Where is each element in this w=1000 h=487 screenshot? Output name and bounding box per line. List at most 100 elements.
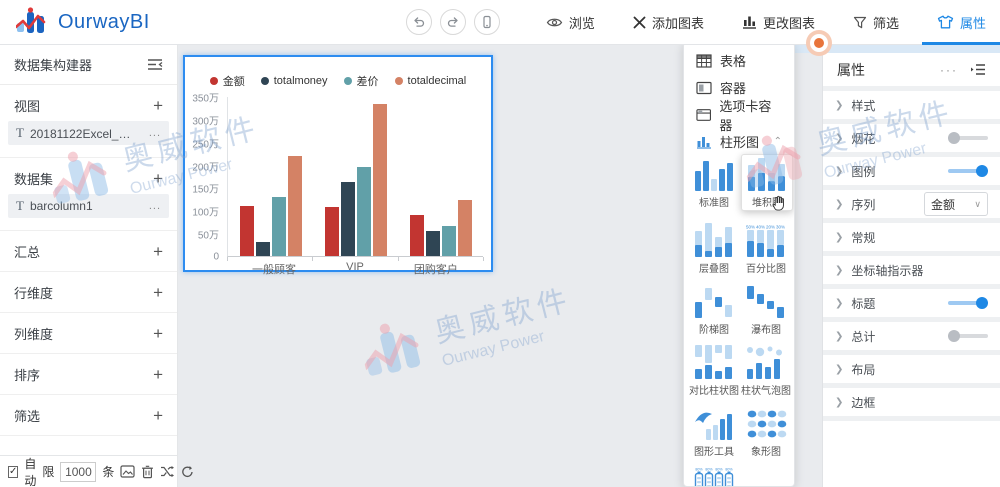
add-icon[interactable]: + bbox=[153, 170, 163, 187]
chevron-down-icon: ∨ bbox=[974, 198, 981, 209]
x-axis-tick bbox=[227, 257, 228, 261]
browse-button[interactable]: 浏览 bbox=[546, 13, 595, 32]
bar-totaldecimal[interactable] bbox=[372, 103, 387, 256]
chart-type-standard[interactable]: 标准图 bbox=[688, 157, 740, 214]
add-icon[interactable]: + bbox=[153, 97, 163, 114]
chart-plot bbox=[227, 97, 483, 257]
stacked-thumb-icon bbox=[748, 158, 785, 191]
menu-item-table[interactable]: 表格 bbox=[684, 47, 794, 74]
collapse-panel-icon[interactable] bbox=[970, 63, 986, 76]
dataset-builder-title: 数据集构建器 bbox=[14, 58, 93, 73]
guide-pulse-dot[interactable] bbox=[806, 30, 832, 56]
chevron-right-icon: ❯ bbox=[835, 363, 844, 375]
toggle-off[interactable] bbox=[948, 330, 988, 342]
undo-button[interactable] bbox=[405, 9, 432, 35]
add-icon[interactable]: + bbox=[153, 407, 163, 424]
chart-type-percent[interactable]: 50% 40% 20% 30% 百分比图 bbox=[740, 223, 792, 276]
chart-type-label: 层叠图 bbox=[699, 264, 729, 275]
legend-label: totalmoney bbox=[273, 75, 328, 87]
panel-filler bbox=[823, 416, 1000, 487]
sidebar-dataset-item[interactable]: T 20181122Excel_悬浮...... bbox=[8, 121, 169, 145]
add-icon[interactable]: + bbox=[153, 325, 163, 342]
svg-text:80%: 80% bbox=[715, 468, 723, 472]
property-row-布局[interactable]: ❯ 布局 bbox=[823, 355, 1000, 383]
property-row-序列[interactable]: ❯ 序列 金额 ∨ bbox=[823, 190, 1000, 218]
sidebar-dataset-item[interactable]: Tbarcolumn1... bbox=[8, 194, 169, 218]
chart-type-graphic-tool[interactable]: 图形工具 bbox=[688, 406, 740, 458]
add-icon[interactable]: + bbox=[153, 243, 163, 260]
change-chart-button[interactable]: 更改图表 bbox=[742, 13, 815, 32]
chart-type-compare[interactable]: 对比柱状图 bbox=[688, 345, 740, 397]
toggle-on[interactable] bbox=[948, 165, 988, 177]
bar-金额[interactable] bbox=[239, 206, 254, 256]
bar-totalmoney[interactable] bbox=[425, 231, 440, 256]
bar-totalmoney[interactable] bbox=[340, 181, 355, 256]
legend-item[interactable]: 差价 bbox=[343, 73, 379, 89]
property-row-图例[interactable]: ❯ 图例 bbox=[823, 157, 1000, 185]
redo-button[interactable] bbox=[439, 9, 466, 35]
item-more-button[interactable]: ... bbox=[149, 127, 161, 139]
y-tick-label: 300万 bbox=[192, 116, 219, 128]
chart-type-label: 瀑布图 bbox=[751, 325, 781, 336]
chart-type-step[interactable]: 阶梯图 bbox=[688, 284, 740, 336]
property-row-总计[interactable]: ❯ 总计 bbox=[823, 322, 1000, 350]
chart-type-layered[interactable]: 层叠图 bbox=[688, 223, 740, 275]
chart-type-battery[interactable]: 80%80%80%80%电量百分比图 bbox=[688, 467, 740, 486]
toggle-off[interactable] bbox=[948, 132, 988, 144]
menu-item-label: 柱形图 bbox=[720, 135, 760, 150]
chart-type-stacked[interactable]: 堆积图 bbox=[741, 154, 793, 211]
export-image-icon[interactable] bbox=[120, 465, 136, 478]
bar-chart-widget[interactable]: 金额 totalmoney 差价 totaldecimal 350万 300万 250万 2… bbox=[183, 55, 493, 276]
chevron-up-icon[interactable]: ⌃ bbox=[774, 136, 782, 147]
chart-type-pictogram[interactable]: 象形图 bbox=[740, 406, 792, 458]
bar-差价[interactable] bbox=[271, 196, 286, 256]
chart-type-waterfall[interactable]: 瀑布图 bbox=[740, 284, 792, 336]
refresh-icon[interactable] bbox=[181, 465, 194, 478]
bar-totaldecimal[interactable] bbox=[287, 156, 302, 256]
delete-icon[interactable] bbox=[141, 465, 154, 479]
bar-totaldecimal[interactable] bbox=[457, 200, 472, 256]
bar-金额[interactable] bbox=[324, 206, 339, 256]
properties-button[interactable]: 属性 bbox=[937, 13, 986, 32]
menu-item-tab-container[interactable]: 选项卡容器 bbox=[684, 99, 794, 133]
property-row-样式[interactable]: ❯ 样式 bbox=[823, 91, 1000, 119]
chart-type-bubble[interactable]: 柱状气泡图 bbox=[740, 345, 792, 397]
undo-icon bbox=[414, 17, 425, 27]
add-chart-button[interactable]: 添加图表 bbox=[633, 13, 704, 32]
add-icon[interactable]: + bbox=[153, 366, 163, 383]
shuffle-icon[interactable] bbox=[160, 465, 175, 478]
property-row-坐标轴指示器[interactable]: ❯ 坐标轴指示器 bbox=[823, 256, 1000, 284]
legend-item[interactable]: totaldecimal bbox=[394, 73, 466, 89]
more-options-button[interactable]: ··· bbox=[940, 63, 958, 77]
property-label: 烟花 bbox=[851, 131, 876, 146]
toggle-on[interactable] bbox=[948, 297, 988, 309]
property-row-常规[interactable]: ❯ 常规 bbox=[823, 223, 1000, 251]
add-icon[interactable]: + bbox=[153, 284, 163, 301]
property-row-烟花[interactable]: ❯ 烟花 bbox=[823, 124, 1000, 152]
auto-checkbox[interactable]: ✓ bbox=[8, 465, 19, 478]
add-chart-menu: 表格 容器 选项卡容器 柱形图 ⌃ 标准图 堆积图 层叠图 50% 40% 20% 30% 百… bbox=[683, 42, 795, 487]
add-chart-label: 添加图表 bbox=[651, 15, 704, 31]
legend-item[interactable]: 金额 bbox=[209, 73, 245, 89]
change-chart-label: 更改图表 bbox=[762, 15, 815, 31]
filter-button[interactable]: 筛选 bbox=[853, 13, 899, 32]
bar-差价[interactable] bbox=[356, 166, 371, 256]
section-label: 数据集 bbox=[14, 171, 54, 187]
property-row-边框[interactable]: ❯ 边框 bbox=[823, 388, 1000, 416]
svg-text:30%: 30% bbox=[776, 225, 785, 230]
table-icon bbox=[696, 53, 712, 68]
mobile-preview-button[interactable] bbox=[473, 9, 500, 35]
limit-input[interactable] bbox=[60, 461, 97, 482]
item-more-button[interactable]: ... bbox=[149, 200, 161, 212]
bar-金额[interactable] bbox=[409, 215, 424, 256]
property-row-标题[interactable]: ❯ 标题 bbox=[823, 289, 1000, 317]
series-select[interactable]: 金额 ∨ bbox=[924, 192, 988, 216]
collapse-sidebar-icon[interactable] bbox=[147, 58, 163, 71]
legend-item[interactable]: totalmoney bbox=[260, 73, 328, 89]
bar-totalmoney[interactable] bbox=[255, 242, 270, 256]
legend-dot-icon bbox=[260, 77, 269, 85]
chart-icon bbox=[742, 16, 756, 29]
logo-icon bbox=[16, 7, 46, 33]
app-name: OurwayBI bbox=[58, 10, 150, 33]
bar-差价[interactable] bbox=[441, 226, 456, 256]
